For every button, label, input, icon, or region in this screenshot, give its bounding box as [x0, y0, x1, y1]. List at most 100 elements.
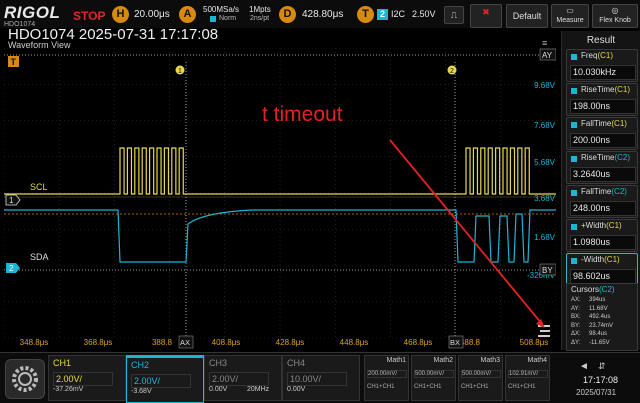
run-state[interactable]: STOP	[73, 9, 105, 23]
measure-icon: ▭	[566, 6, 574, 15]
timebase-value[interactable]: 20.00μs	[134, 9, 170, 20]
trigger-slope-icon[interactable]: ⎍	[444, 6, 464, 24]
measurement-value: 3.2640us	[570, 167, 636, 182]
cursor-readout-row: BY: 23.74mV	[571, 323, 613, 329]
acquire-mode-icon	[210, 16, 216, 22]
measurement-name: RiseTime	[581, 153, 615, 162]
trigger-level[interactable]: 2.50V	[412, 9, 436, 19]
voltage-scale-label: 7.68V	[534, 121, 556, 130]
delay-icon[interactable]: D	[279, 6, 296, 23]
default-button[interactable]: Default	[506, 4, 548, 28]
measurement-card[interactable]: +Width(C1) 1.0980us	[566, 219, 638, 252]
view-settings-icon[interactable]: ≡	[542, 38, 547, 48]
acquire-mode: Norm	[219, 15, 237, 22]
waveform-plot[interactable]: SCL SDA T 1 2 1 2 9.68V 7.68V 5.68V 3.68V 1.…	[4, 48, 556, 350]
result-title: Result	[586, 35, 616, 46]
channel-scale[interactable]: 10.00V/	[287, 372, 347, 386]
channel-name: CH4	[287, 358, 306, 368]
voltage-scale-label: 9.68V	[534, 81, 556, 90]
measurement-card[interactable]: FallTime(C2) 248.00ns	[566, 185, 638, 218]
cursor-readout-row: ΔX: 98.4us	[571, 331, 607, 337]
speaker-icon[interactable]: ◄	[579, 361, 589, 372]
home-button[interactable]	[5, 359, 45, 399]
trigger-icon[interactable]: T	[357, 6, 374, 23]
measurement-card[interactable]: -Width(C1) 98.602us	[566, 253, 638, 286]
sda-label: SDA	[30, 252, 49, 262]
checkbox-icon[interactable]	[571, 54, 577, 60]
flex-knob-button[interactable]: ◎ Flex Knob	[592, 4, 638, 28]
checkbox-icon[interactable]	[571, 156, 577, 162]
channel-offset: -3.68V	[131, 388, 152, 395]
sample-rate: 500MSa/s	[203, 5, 240, 14]
channel-scale[interactable]: 2.00V/	[53, 372, 113, 386]
math-source: CH1+CH1	[414, 384, 442, 390]
channel-scale[interactable]: 2.00V/	[209, 372, 269, 386]
math-name: Math3	[480, 357, 500, 364]
measure-button[interactable]: ▭ Measure	[551, 4, 589, 28]
math-tab-4[interactable]: Math4 102.91mV/CH1+CH1	[505, 355, 550, 401]
channel-offset: 0.00V	[209, 386, 228, 393]
math-tab-3[interactable]: Math3 500.00mV/CH1+CH1	[458, 355, 503, 401]
checkbox-icon[interactable]	[571, 122, 577, 128]
checkbox-icon[interactable]	[571, 258, 577, 264]
svg-text:T: T	[11, 57, 17, 67]
annotation-text: t timeout	[262, 103, 343, 126]
channel-bandwidth: 20MHz	[247, 386, 270, 393]
top-toolbar: RIGOL HDO1074 STOP H 20.00μs A 500MSa/s …	[0, 0, 640, 28]
by-label-box: BY	[539, 263, 556, 276]
measurement-channel: (C1)	[606, 221, 622, 230]
bx-label-box: BX	[448, 335, 464, 349]
channel-tab-ch2[interactable]: CH2 2.00V/-3.68V	[126, 355, 204, 403]
trigger-type: I2C	[391, 9, 406, 19]
measurement-card[interactable]: RiseTime(C2) 3.2640us	[566, 151, 638, 184]
measurement-value: 98.602us	[570, 269, 636, 284]
measurement-value: 1.0980us	[570, 235, 636, 250]
clear-icon: ✖	[482, 7, 490, 17]
time-axis-label: 468.8μs	[404, 338, 433, 347]
math-tab-1[interactable]: Math1 200.00mV/CH1+CH1	[364, 355, 409, 401]
channel-tab-ch3[interactable]: CH3 2.00V/0.00V 20MHz	[204, 355, 282, 401]
channel-scale[interactable]: 2.00V/	[131, 374, 191, 388]
checkbox-icon[interactable]	[571, 224, 577, 230]
checkbox-icon[interactable]	[571, 88, 577, 94]
checkbox-icon[interactable]	[571, 190, 577, 196]
measurement-channel: (C2)	[614, 153, 631, 162]
cursor-value: 98.4us	[589, 331, 608, 337]
cursor-value: -11.65V	[589, 339, 610, 346]
time-per-point: 2ns/pt	[250, 15, 270, 22]
measurement-name: FallTime	[581, 187, 612, 196]
ay-label-box: AY	[539, 48, 556, 61]
math-scale: 102.91mV/	[508, 370, 548, 378]
math-tab-2[interactable]: Math2 500.00mV/CH1+CH1	[411, 355, 456, 401]
time-axis-label: 368.8μs	[84, 338, 113, 347]
measurement-value: 248.00ns	[570, 201, 636, 216]
clock-time: 17:17:08	[583, 375, 619, 385]
memory-depth: 1Mpts	[249, 5, 271, 14]
cursor-value: 394us	[589, 297, 606, 303]
result-panel: Result Freq(C1) 10.030kHz RiseTime(C1) 198.…	[561, 31, 640, 351]
channel-offset: 0.00V	[287, 386, 306, 393]
math-source: CH1+CH1	[367, 384, 395, 390]
cursor-key: ΔY:	[571, 339, 581, 346]
channel-name: CH3	[209, 358, 228, 368]
clear-button[interactable]: ✖	[470, 4, 502, 28]
cursor-key: AY:	[571, 305, 580, 312]
measurement-name: Freq	[581, 51, 598, 60]
horizontal-icon[interactable]: H	[112, 6, 129, 23]
cursor-readout-row: ΔY: -11.65V	[571, 340, 610, 346]
channel-tab-ch1[interactable]: CH1 2.00V/-37.26mV	[48, 355, 126, 401]
channel-tab-ch4[interactable]: CH4 10.00V/0.00V	[282, 355, 360, 401]
measurement-card[interactable]: FallTime(C1) 200.00ns	[566, 117, 638, 150]
measurement-name: -Width	[581, 255, 605, 264]
svg-text:AY: AY	[542, 51, 553, 60]
delay-value[interactable]: 428.80μs	[302, 9, 343, 20]
math-scale: 500.00mV/	[414, 370, 454, 378]
measurement-card[interactable]: RiseTime(C1) 198.00ns	[566, 83, 638, 116]
bottom-channel-bar: CH1 2.00V/-37.26mV CH2 2.00V/-3.68V CH3 2.00V…	[0, 352, 640, 403]
cursors-channel: (C2)	[599, 285, 615, 294]
measurement-card[interactable]: Freq(C1) 10.030kHz	[566, 49, 638, 82]
acquire-icon[interactable]: A	[179, 6, 196, 23]
math-name: Math1	[386, 357, 406, 364]
cursors-card[interactable]: Cursors(C2) AX: 394us AY: 11.68V BX: 492.4us B…	[566, 283, 638, 351]
channel-name: CH2	[131, 360, 150, 370]
